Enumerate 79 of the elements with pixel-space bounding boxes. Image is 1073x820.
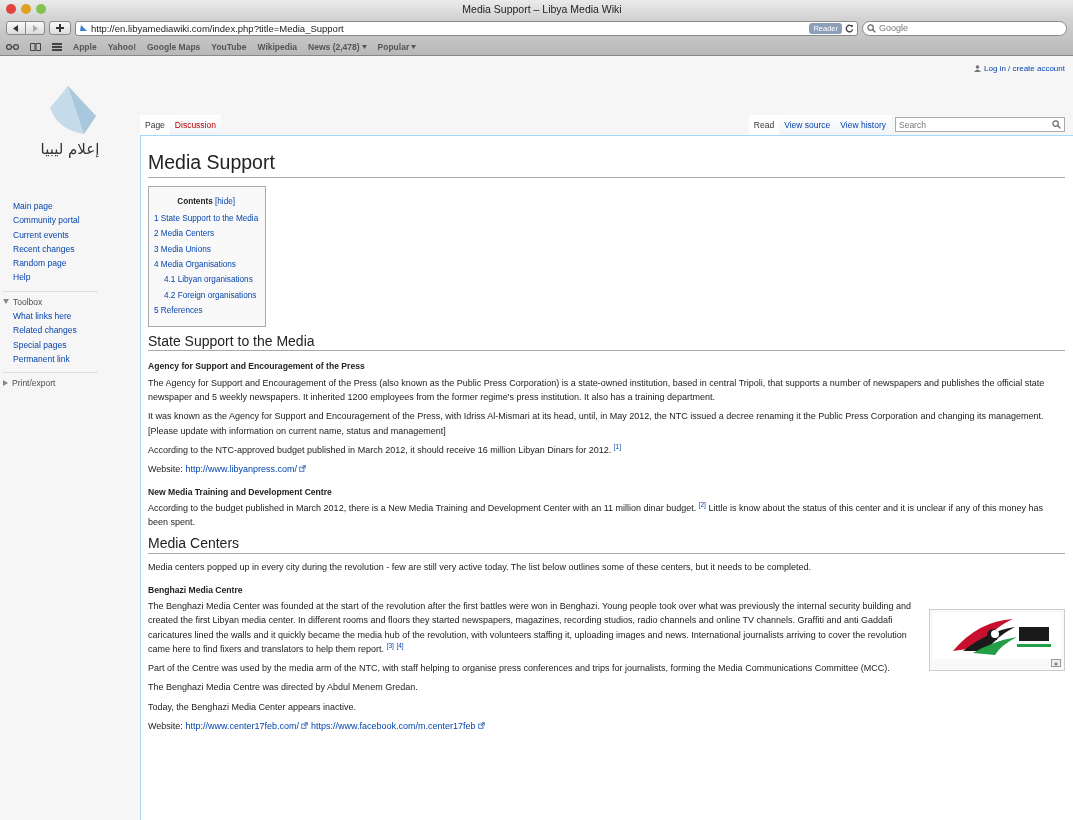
sidebar-link[interactable]: Random page: [13, 256, 140, 271]
external-link-icon: [299, 465, 307, 473]
glasses-icon[interactable]: [6, 43, 19, 50]
toc-link[interactable]: 4 Media Organisations: [154, 259, 236, 269]
bookmark-item[interactable]: YouTube: [211, 41, 247, 52]
minimize-button[interactable]: [21, 4, 31, 14]
sidebar-link[interactable]: Current events: [13, 227, 140, 242]
paragraph: Media centers popped up in every city during the revolution - few are still very active today. The list below outlines some of these centers, but it needs to be completed.: [148, 561, 813, 575]
section-heading: Media Centers: [148, 534, 1065, 555]
portal-heading[interactable]: Print/export: [12, 376, 56, 391]
logo-text: إعلام ليبيا: [40, 140, 100, 158]
grid-icon[interactable]: [52, 42, 62, 51]
toc-title: Contents: [177, 197, 213, 207]
paragraph: According to the budget published in March 2012, there is a New Media Training and Development Center with an 11 million dinar budget. $^{[2]}$ Little is know about the status of this center and it is unclear if any of this money has been spent.: [148, 500, 1045, 530]
toc-link[interactable]: 5 References: [154, 306, 203, 316]
zoom-button[interactable]: [36, 4, 46, 14]
book-icon[interactable]: [30, 42, 41, 51]
forward-icon: [32, 24, 38, 32]
view-tab[interactable]: View source: [779, 115, 836, 135]
expanded-arrow-icon[interactable]: [3, 299, 9, 305]
external-link[interactable]: http://www.center17feb.com/: [185, 721, 299, 731]
site-icon: [79, 23, 88, 33]
add-bookmark-button[interactable]: [49, 21, 71, 35]
bookmark-item[interactable]: News (2,478): [308, 41, 367, 52]
subsection-heading: Agency for Support and Encouragement of the Press: [148, 360, 366, 374]
enlarge-icon[interactable]: [1051, 658, 1061, 667]
paragraph: Website: http://www.center17feb.com/ https://www.facebook.com/m.center17feb: [148, 719, 1065, 734]
sidebar-link[interactable]: What links here: [13, 309, 140, 324]
sidebar-link[interactable]: Recent changes: [13, 241, 140, 257]
sidebar-link[interactable]: Permanent link: [13, 351, 140, 367]
sidebar-link[interactable]: Community portal: [13, 213, 140, 228]
back-button[interactable]: [6, 21, 26, 35]
view-tab[interactable]: Read: [748, 115, 780, 135]
bookmark-item[interactable]: Yahoo!: [107, 41, 136, 52]
external-link[interactable]: https://www.facebook.com/m.center17feb: [310, 721, 476, 731]
toc-link[interactable]: 3 Media Unions: [154, 244, 211, 254]
page-tab[interactable]: Discussion: [169, 115, 221, 135]
external-link[interactable]: http://www.libyanpress.com/: [185, 464, 297, 475]
toc-link[interactable]: 4.1 Libyan organisations: [164, 275, 253, 285]
subsection-heading: New Media Training and Development Centre: [148, 485, 333, 499]
close-button[interactable]: [6, 4, 16, 14]
paragraph: Website: http://www.libyanpress.com/: [148, 462, 1065, 477]
sidebar-link[interactable]: Special pages: [13, 337, 140, 352]
paragraph: The Agency for Support and Encouragement of the Press (also known as the Public Press Corporation) is a state-owned institution, based in central Tripoli, that supports a number of newspapers and publishes the official state newspaper and 5 weekly newspapers. It inherited 1200 employees from the former regime's press institution. It also has a training department.: [148, 376, 1046, 405]
toc-link[interactable]: 1 State Support to the Media: [154, 213, 259, 223]
sidebar-link[interactable]: Main page: [13, 199, 140, 214]
section-heading: State Support to the Media: [148, 331, 1065, 352]
search-icon[interactable]: [1052, 120, 1061, 129]
search-field[interactable]: Search: [895, 117, 1065, 132]
plus-icon: [56, 24, 64, 32]
bookmark-item[interactable]: Wikipedia: [257, 41, 298, 52]
page-tab[interactable]: Page: [140, 115, 170, 135]
sidebar-link[interactable]: Related changes: [13, 323, 140, 338]
toc-toggle-link[interactable]: [hide]: [215, 197, 235, 207]
external-link-icon: [478, 722, 486, 729]
subsection-heading: Benghazi Media Centre: [148, 583, 244, 597]
portal-heading[interactable]: Toolbox: [13, 294, 43, 310]
back-icon: [13, 24, 19, 32]
toc-link[interactable]: 2 Media Centers: [154, 229, 215, 239]
login-link[interactable]: Log in / create account: [984, 63, 1065, 73]
external-link-icon: [301, 722, 309, 729]
view-tab[interactable]: View history: [835, 115, 891, 135]
paragraph: It was known as the Agency for Support and Encouragement of the Press, with Idriss Al-Mismari at its head, until, in May 2012, the NTC issued a decree renaming it the Public Press Corporation and changing its management. [Please update with information on current name, status and management]: [148, 410, 1045, 438]
window-title: Media Support – Libya Media Wiki: [461, 3, 623, 15]
bookmark-item[interactable]: Google Maps: [146, 41, 201, 52]
bookmark-item[interactable]: Popular: [377, 41, 417, 52]
paragraph: According to the NTC-approved budget published in March 2012, it should receive 16 million Libyan Dinars for 2012. $^{[1]}$: [148, 442, 622, 457]
collapsed-arrow-icon[interactable]: [3, 380, 8, 387]
bookmark-item[interactable]: Apple: [73, 41, 97, 52]
user-icon: [974, 64, 982, 72]
paragraph: The Benghazi Media Centre was directed by Abdul Menem Gredan.: [148, 681, 419, 695]
paragraph: Part of the Centre was used by the media arm of the NTC, with staff helping to organise press conferences and trips for journalists, forming the Media Communications Committee (MCC).: [148, 662, 891, 676]
search-field[interactable]: Google: [862, 20, 1067, 36]
page-title: Media Support: [148, 150, 1065, 179]
paragraph: Today, the Benghazi Media Center appears inactive.: [148, 700, 357, 714]
sidebar-link[interactable]: Help: [13, 270, 140, 285]
toc-link[interactable]: 4.2 Foreign organisations: [164, 290, 257, 300]
search-icon: [867, 23, 876, 33]
reload-icon[interactable]: [845, 23, 854, 33]
